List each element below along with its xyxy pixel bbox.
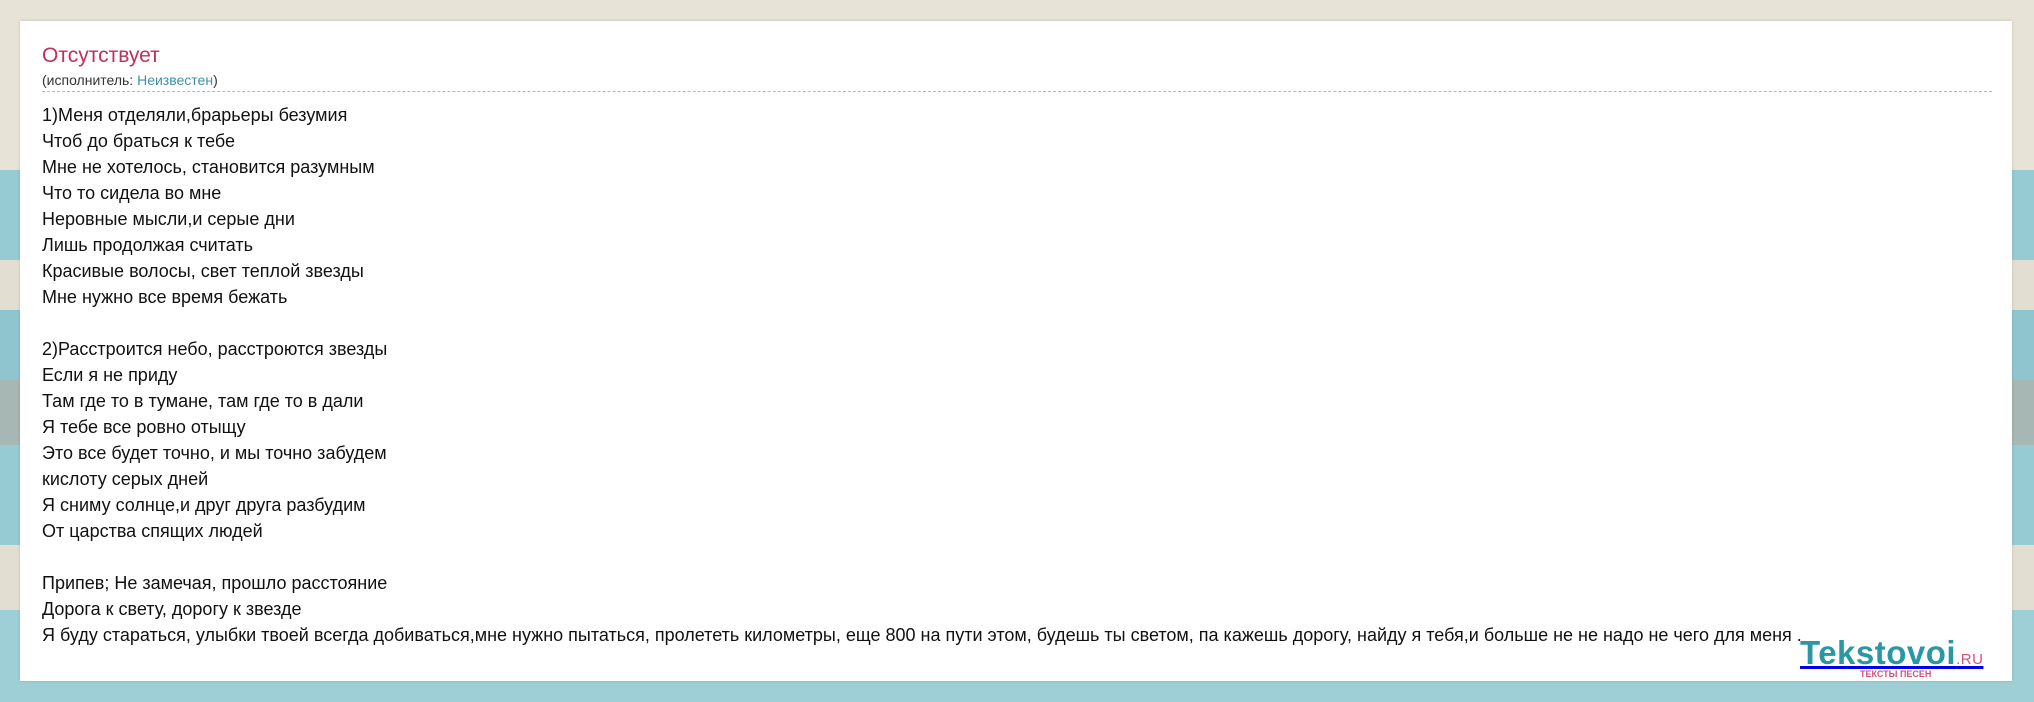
song-title: Отсутствует [42, 44, 160, 67]
lyrics-text: 1)Меня отделяли,брарьеры безумия Чтоб до… [42, 102, 1990, 648]
lyric-line: 2)Расстроится небо, расстроются звезды [42, 339, 388, 359]
lyric-line: Что то сидела во мне [42, 183, 222, 203]
logo-tld: .RU [1956, 651, 1984, 668]
artist-suffix: ) [213, 72, 218, 88]
lyric-line: Я сниму солнце,и друг друга разбудим [42, 495, 366, 515]
lyric-line: Красивые волосы, свет теплой звезды [42, 261, 364, 281]
artist-link[interactable]: Неизвестен [137, 72, 213, 88]
lyric-line: Если я не приду [42, 365, 178, 385]
lyric-line: Мне не хотелось, становится разумным [42, 157, 375, 177]
lyric-line: Неровные мысли,и серые дни [42, 209, 295, 229]
logo-name: Tekstovoi [1800, 634, 1957, 671]
site-logo[interactable]: Tekstovoi.RU ТЕКСТЫ ПЕСЕН [1800, 634, 2010, 680]
lyric-line: Мне нужно все время бежать [42, 287, 288, 307]
lyric-line: Припев; Не замечая, прошло расстояние [42, 573, 388, 593]
artist-line: (исполнитель: Неизвестен) [42, 71, 1992, 92]
lyrics-card: Отсутствует (исполнитель: Неизвестен) 1)… [20, 21, 2012, 681]
lyric-line: Я тебе все ровно отыщу [42, 417, 246, 437]
logo-tagline: ТЕКСТЫ ПЕСЕН [1860, 669, 1932, 679]
stanza-gap [42, 544, 1990, 570]
lyric-line: 1)Меня отделяли,брарьеры безумия [42, 105, 348, 125]
lyric-line: Там где то в тумане, там где то в дали [42, 391, 364, 411]
lyric-line: Это все будет точно, и мы точно забудем [42, 443, 387, 463]
lyric-line: Чтоб до браться к тебе [42, 131, 236, 151]
lyric-line: кислоту серых дней [42, 469, 209, 489]
lyric-line: Я буду стараться, улыбки твоей всегда до… [42, 625, 1802, 645]
stanza-gap [42, 310, 1990, 336]
lyric-line: Лишь продолжая считать [42, 235, 253, 255]
lyric-line: От царства спящих людей [42, 521, 263, 541]
artist-prefix: (исполнитель: [42, 72, 138, 88]
lyric-line: Дорога к свету, дорогу к звезде [42, 599, 302, 619]
